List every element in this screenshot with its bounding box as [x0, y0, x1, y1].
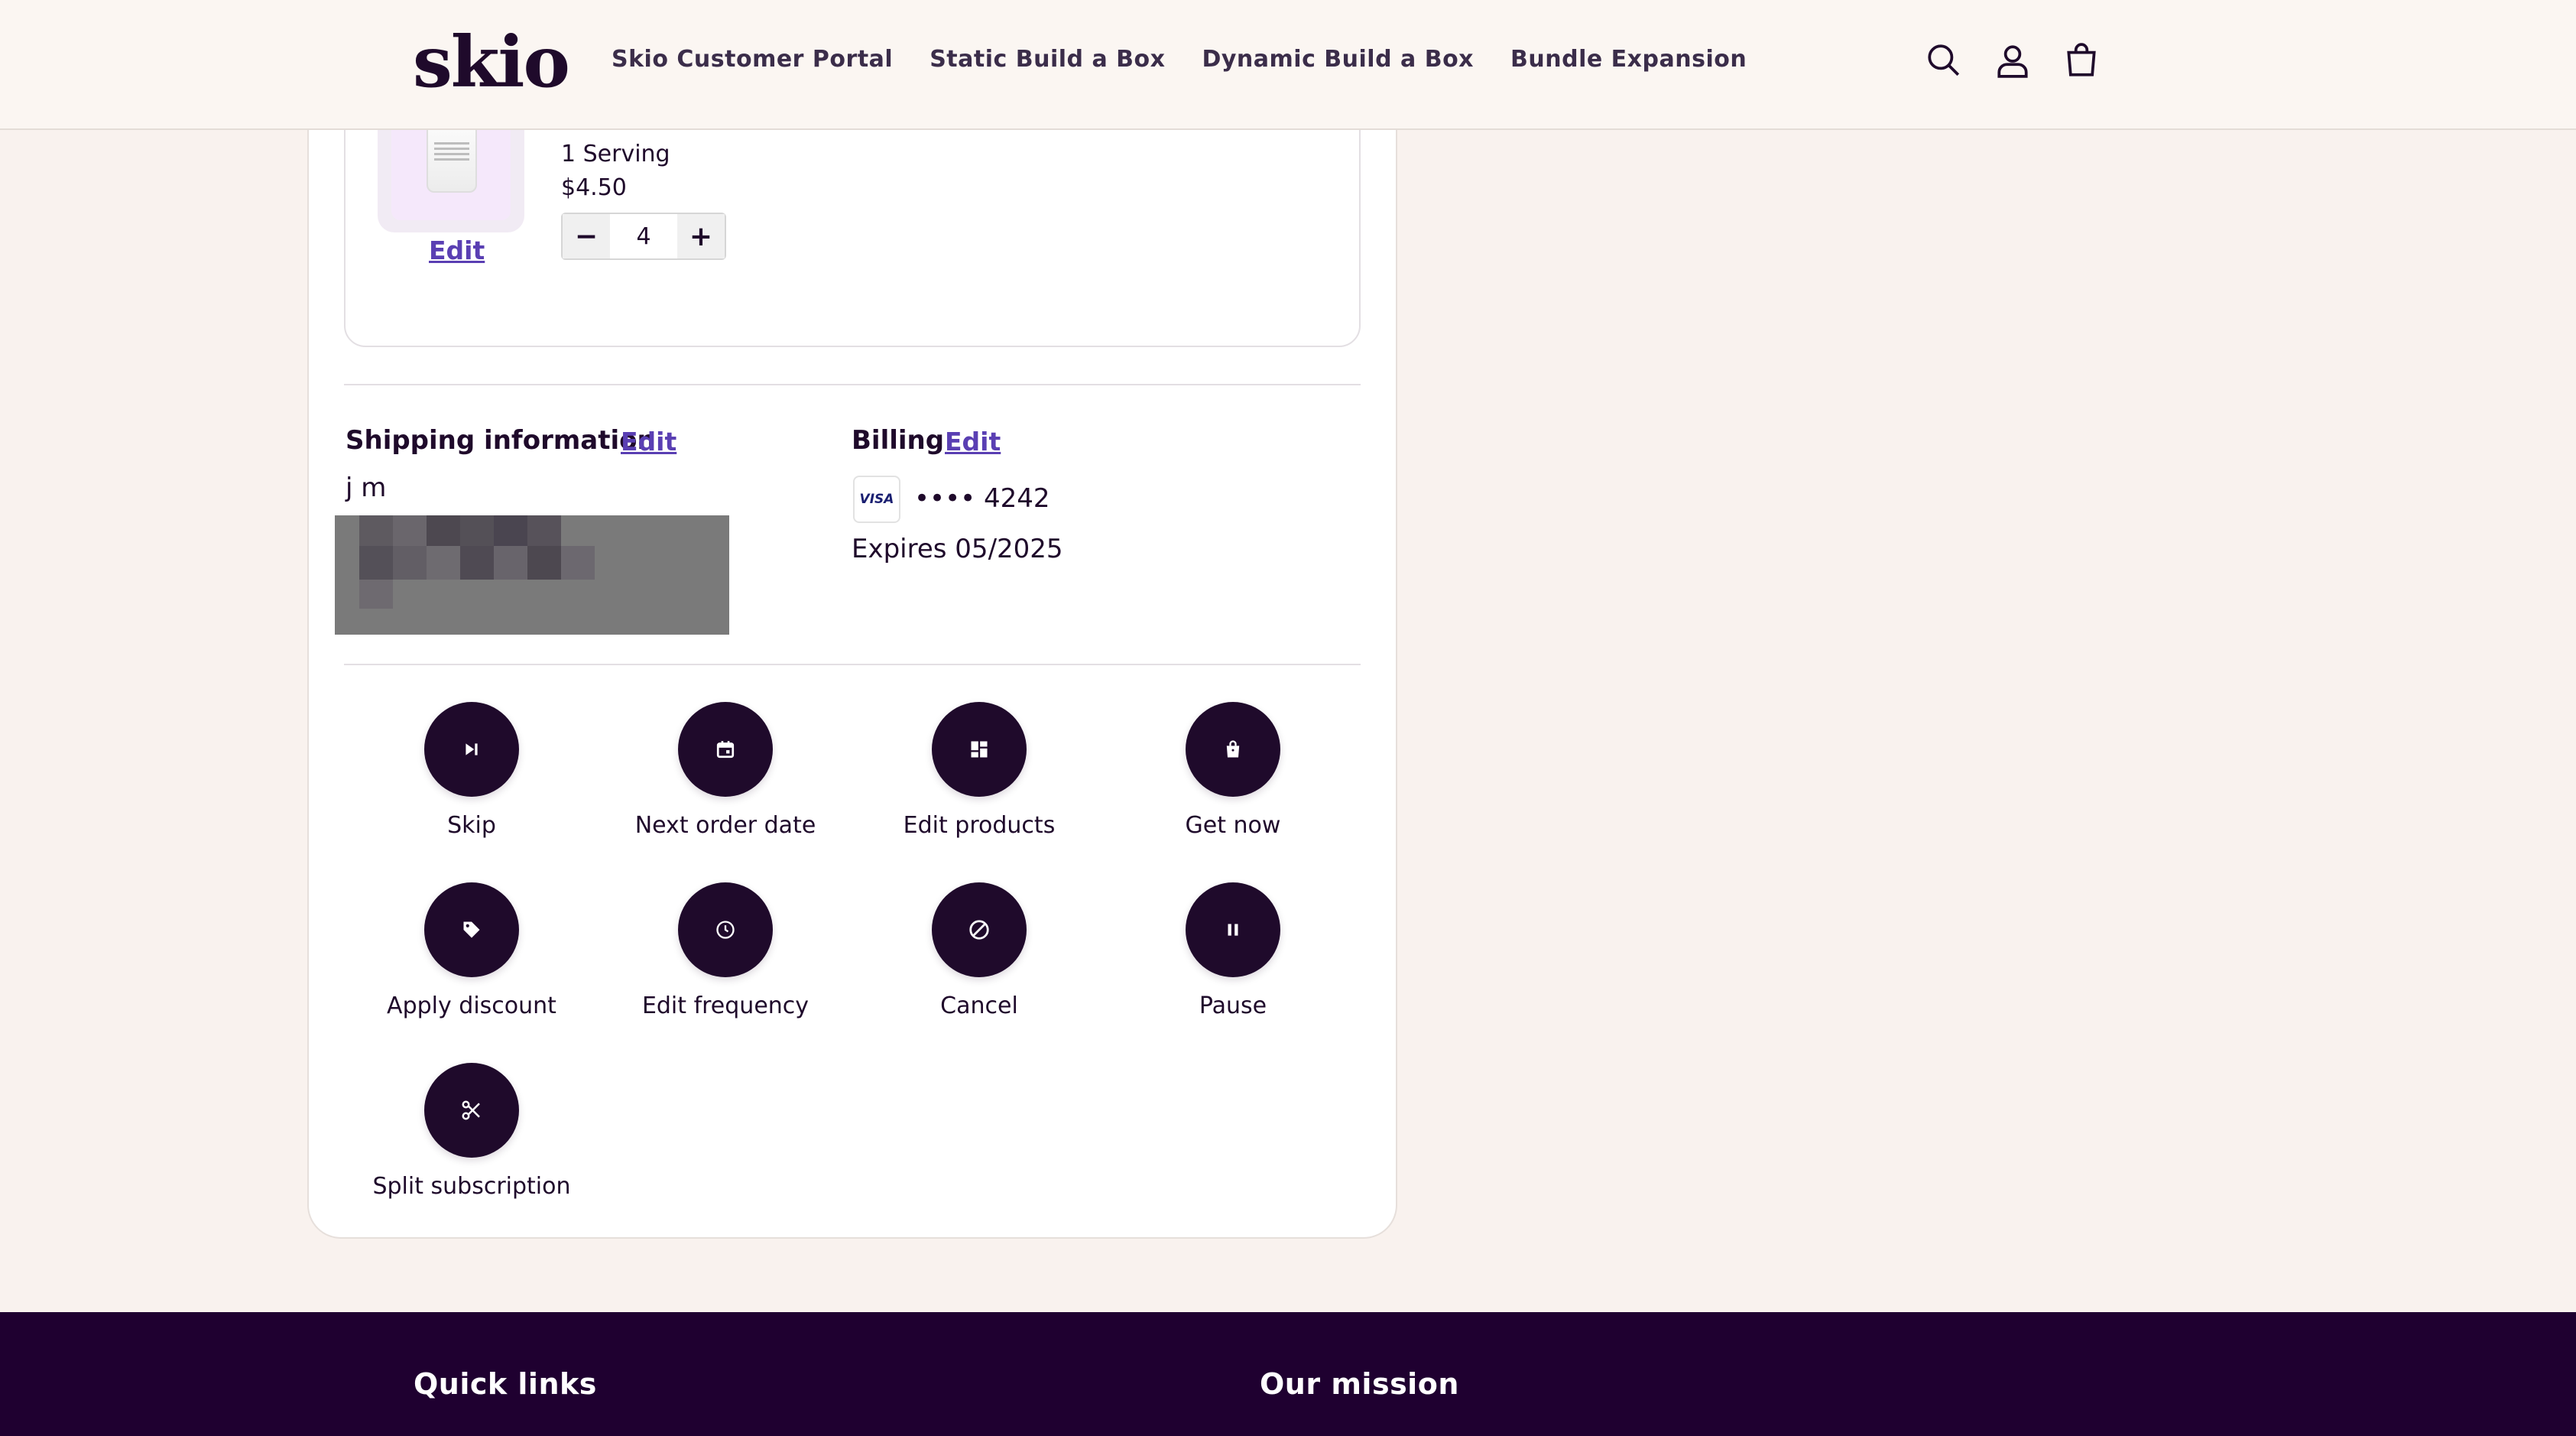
- shipping-name: j m: [346, 473, 387, 503]
- billing-title: Billing: [852, 425, 945, 456]
- footer-our-mission-heading: Our mission: [1260, 1367, 1459, 1401]
- decrement-button[interactable]: −: [563, 214, 610, 258]
- next-order-date-button[interactable]: Next order date: [611, 702, 840, 841]
- calendar-icon: [678, 702, 773, 797]
- action-label: Pause: [1199, 993, 1267, 1019]
- edit-shipping-link[interactable]: Edit: [621, 427, 676, 456]
- edit-billing-link[interactable]: Edit: [945, 427, 1001, 456]
- action-label: Cancel: [940, 993, 1018, 1019]
- edit-products-button[interactable]: Edit products: [865, 702, 1094, 841]
- site-footer: Quick links Our mission: [0, 1312, 2576, 1436]
- action-label: Next order date: [634, 812, 816, 839]
- cancel-button[interactable]: Cancel: [865, 882, 1094, 1022]
- card-last-four: •••• 4242: [914, 483, 1050, 514]
- action-label: Edit products: [903, 812, 1056, 839]
- skip-button[interactable]: Skip: [357, 702, 586, 841]
- apply-discount-button[interactable]: Apply discount: [357, 882, 586, 1022]
- main-nav: Skio Customer Portal Static Build a Box …: [612, 43, 1747, 76]
- edit-product-link[interactable]: Edit: [429, 236, 485, 265]
- site-header: skio Skio Customer Portal Static Build a…: [0, 0, 2576, 130]
- action-label: Get now: [1185, 812, 1281, 839]
- action-label: Edit frequency: [641, 993, 809, 1019]
- nav-dynamic-build-a-box[interactable]: Dynamic Build a Box: [1202, 43, 1474, 76]
- tag-icon: [424, 882, 519, 977]
- shipping-title: Shipping information: [346, 425, 656, 456]
- pause-icon: [1186, 882, 1280, 977]
- grid-icon: [932, 702, 1027, 797]
- quantity-value[interactable]: 4: [610, 214, 677, 258]
- nav-bundle-expansion[interactable]: Bundle Expansion: [1510, 43, 1747, 76]
- clock-icon: [678, 882, 773, 977]
- redacted-address: [335, 515, 729, 635]
- visa-card-icon: VISA: [853, 476, 900, 523]
- nav-customer-portal[interactable]: Skio Customer Portal: [612, 43, 893, 76]
- quantity-stepper: − 4 +: [561, 213, 726, 260]
- product-price: $4.50: [561, 174, 627, 201]
- cancel-icon: [932, 882, 1027, 977]
- nav-static-build-a-box[interactable]: Static Build a Box: [930, 43, 1165, 76]
- card-expiry: Expires 05/2025: [852, 534, 1063, 564]
- divider: [344, 664, 1361, 665]
- cart-icon[interactable]: [2062, 40, 2101, 81]
- action-label: Apply discount: [387, 993, 556, 1019]
- get-now-button[interactable]: Get now: [1118, 702, 1348, 841]
- skip-icon: [424, 702, 519, 797]
- shopping-bag-icon: [1186, 702, 1280, 797]
- divider: [344, 384, 1361, 385]
- skio-logo[interactable]: skio: [413, 20, 570, 104]
- scissors-icon: [424, 1063, 519, 1158]
- search-icon[interactable]: [1925, 40, 1963, 81]
- header-icons: [1925, 40, 2101, 81]
- split-subscription-button[interactable]: Split subscription: [357, 1063, 586, 1202]
- footer-quick-links-heading: Quick links: [414, 1367, 597, 1401]
- action-label: Split subscription: [372, 1173, 571, 1200]
- account-icon[interactable]: [1994, 40, 2032, 81]
- edit-frequency-button[interactable]: Edit frequency: [611, 882, 840, 1022]
- action-label: Skip: [447, 812, 496, 839]
- increment-button[interactable]: +: [677, 214, 725, 258]
- product-variant: 1 Serving: [561, 141, 670, 167]
- pause-button[interactable]: Pause: [1118, 882, 1348, 1022]
